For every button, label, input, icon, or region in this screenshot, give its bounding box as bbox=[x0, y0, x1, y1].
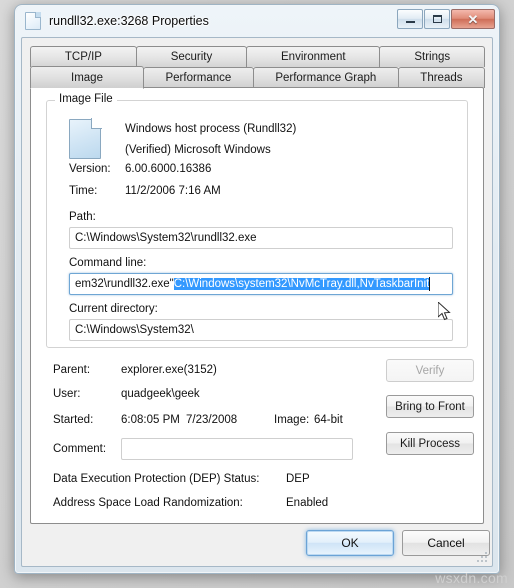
started-date: 7/23/2008 bbox=[186, 414, 238, 426]
verify-button[interactable]: Verify bbox=[386, 359, 474, 382]
file-icon bbox=[69, 118, 102, 159]
tab-label: Strings bbox=[414, 51, 451, 63]
title-bar[interactable]: rundll32.exe:3268 Properties ✕ bbox=[15, 5, 499, 37]
close-button[interactable]: ✕ bbox=[451, 9, 495, 29]
time-value: 11/2/2006 7:16 AM bbox=[125, 185, 221, 197]
ok-button-label: OK bbox=[341, 536, 359, 550]
minimize-icon bbox=[405, 21, 415, 23]
parent-value: explorer.exe(3152) bbox=[121, 364, 217, 376]
caption-buttons: ✕ bbox=[396, 9, 495, 29]
tab-performance[interactable]: Performance bbox=[143, 67, 254, 88]
user-value: quadgeek\geek bbox=[121, 388, 200, 400]
tab-tcpip[interactable]: TCP/IP bbox=[30, 46, 137, 67]
started-label: Started: bbox=[53, 414, 94, 426]
aslr-label: Address Space Load Randomization: bbox=[53, 497, 243, 509]
version-value: 6.00.6000.16386 bbox=[125, 163, 212, 175]
comment-value bbox=[122, 439, 352, 445]
cancel-button-label: Cancel bbox=[427, 536, 465, 550]
kill-process-button[interactable]: Kill Process bbox=[386, 432, 474, 455]
tab-security[interactable]: Security bbox=[135, 46, 248, 67]
path-value: C:\Windows\System32\rundll32.exe bbox=[75, 232, 257, 244]
kill-process-button-label: Kill Process bbox=[399, 437, 461, 450]
tab-threads[interactable]: Threads bbox=[397, 67, 485, 88]
image-file-description-block: Windows host process (Rundll32) (Verifie… bbox=[125, 119, 296, 161]
dialog-client-area: TCP/IP Security Environment Strings Imag… bbox=[21, 37, 493, 567]
tab-row-1: TCP/IP Security Environment Strings bbox=[30, 46, 486, 67]
image-file-group-title: Image File bbox=[55, 93, 117, 105]
current-directory-field[interactable]: C:\Windows\System32\ bbox=[69, 319, 453, 341]
tab-image[interactable]: Image bbox=[30, 66, 144, 89]
dep-label: Data Execution Protection (DEP) Status: bbox=[53, 473, 260, 485]
tab-label: Environment bbox=[281, 51, 346, 63]
tab-label: Security bbox=[170, 51, 213, 63]
current-directory-value: C:\Windows\System32\ bbox=[75, 324, 194, 336]
properties-window: rundll32.exe:3268 Properties ✕ TCP/IP Se… bbox=[14, 4, 500, 574]
tab-performance-graph[interactable]: Performance Graph bbox=[252, 67, 399, 88]
command-line-prefix: еm32\rundll32.exe" bbox=[75, 278, 174, 290]
path-label: Path: bbox=[69, 211, 96, 223]
path-field[interactable]: C:\Windows\System32\rundll32.exe bbox=[69, 227, 453, 249]
image-description: Windows host process (Rundll32) bbox=[125, 123, 297, 135]
maximize-icon bbox=[432, 15, 442, 23]
started-time: 6:08:05 PM bbox=[121, 414, 180, 426]
image-file-group: Image File Windows host process (Rundll3… bbox=[46, 93, 468, 348]
watermark: wsxdn.com bbox=[435, 570, 508, 586]
aslr-value: Enabled bbox=[286, 497, 329, 509]
minimize-button[interactable] bbox=[397, 9, 423, 29]
tab-label: Threads bbox=[420, 72, 463, 84]
bring-to-front-button[interactable]: Bring to Front bbox=[386, 395, 474, 418]
bring-to-front-button-label: Bring to Front bbox=[395, 400, 465, 413]
ok-button[interactable]: OK bbox=[306, 530, 394, 556]
tab-label: Performance Graph bbox=[275, 72, 377, 84]
tab-row-2: Image Performance Performance Graph Thre… bbox=[30, 66, 485, 89]
resize-grip[interactable] bbox=[475, 550, 487, 562]
user-label: User: bbox=[53, 388, 81, 400]
command-line-field[interactable]: еm32\rundll32.exe" C:\Windows\system32\Nv… bbox=[69, 273, 453, 295]
comment-field[interactable] bbox=[121, 438, 353, 460]
verify-button-label: Verify bbox=[415, 364, 445, 377]
tab-label: Performance bbox=[165, 72, 232, 84]
dep-value: DEP bbox=[286, 473, 310, 485]
tab-strings[interactable]: Strings bbox=[379, 46, 486, 67]
comment-label: Comment: bbox=[53, 443, 107, 455]
window-title: rundll32.exe:3268 Properties bbox=[49, 14, 209, 28]
time-label: Time: bbox=[69, 185, 98, 197]
current-directory-label: Current directory: bbox=[69, 303, 158, 315]
tab-environment[interactable]: Environment bbox=[246, 46, 381, 67]
image-bitness-value: 64-bit bbox=[314, 414, 343, 426]
image-publisher: (Verified) Microsoft Windows bbox=[125, 144, 271, 156]
tab-strip: TCP/IP Security Environment Strings Imag… bbox=[30, 46, 486, 89]
document-icon bbox=[25, 12, 41, 30]
text-caret bbox=[429, 277, 431, 291]
close-icon: ✕ bbox=[467, 11, 479, 27]
command-line-selection: C:\Windows\system32\NvMcTray.dll,NvTaskb… bbox=[173, 278, 430, 290]
image-bitness-label: Image: bbox=[274, 414, 310, 426]
tab-label: Image bbox=[71, 71, 103, 84]
tab-label: TCP/IP bbox=[64, 51, 102, 63]
image-tab-pane: Image File Windows host process (Rundll3… bbox=[30, 87, 484, 524]
command-line-label: Command line: bbox=[69, 257, 147, 269]
parent-label: Parent: bbox=[53, 364, 91, 376]
maximize-button[interactable] bbox=[424, 9, 450, 29]
version-label: Version: bbox=[69, 163, 111, 175]
